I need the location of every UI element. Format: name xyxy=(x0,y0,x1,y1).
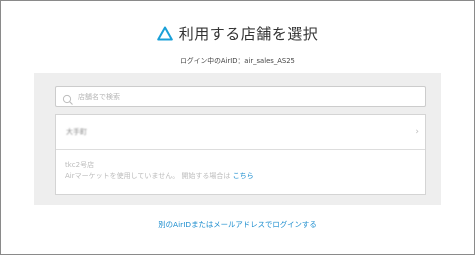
chevron-right-icon: › xyxy=(415,127,419,137)
search-placeholder: 店舗名で検索 xyxy=(78,92,120,101)
store-name: 大手町 xyxy=(66,128,87,136)
start-here-link[interactable]: こちら xyxy=(233,172,254,180)
page-header: 利用する店舗を選択 xyxy=(1,21,474,45)
store-unavailable-note: Airマーケットを使用していません。 開始する場合は こちら xyxy=(65,171,254,181)
store-name: tkc2号店 xyxy=(65,161,95,169)
air-triangle-icon xyxy=(156,26,173,41)
store-list: 大手町 › tkc2号店 Airマーケットを使用していません。 開始する場合は … xyxy=(55,114,426,195)
search-icon xyxy=(62,91,74,105)
login-store-select-window: 利用する店舗を選択 ログイン中のAirID：air_sales_AS25 店舗名… xyxy=(0,0,475,255)
store-search-input[interactable]: 店舗名で検索 xyxy=(55,86,426,107)
login-status-text: ログイン中のAirID：air_sales_AS25 xyxy=(180,57,295,65)
note-text: Airマーケットを使用していません。 開始する場合は xyxy=(65,172,233,180)
store-list-item[interactable]: 大手町 › xyxy=(56,115,425,150)
store-list-item-disabled: tkc2号店 Airマーケットを使用していません。 開始する場合は こちら xyxy=(56,150,425,194)
switch-account-link[interactable]: 別のAirIDまたはメールアドレスでログインする xyxy=(1,219,474,230)
page-title: 利用する店舗を選択 xyxy=(178,24,319,43)
